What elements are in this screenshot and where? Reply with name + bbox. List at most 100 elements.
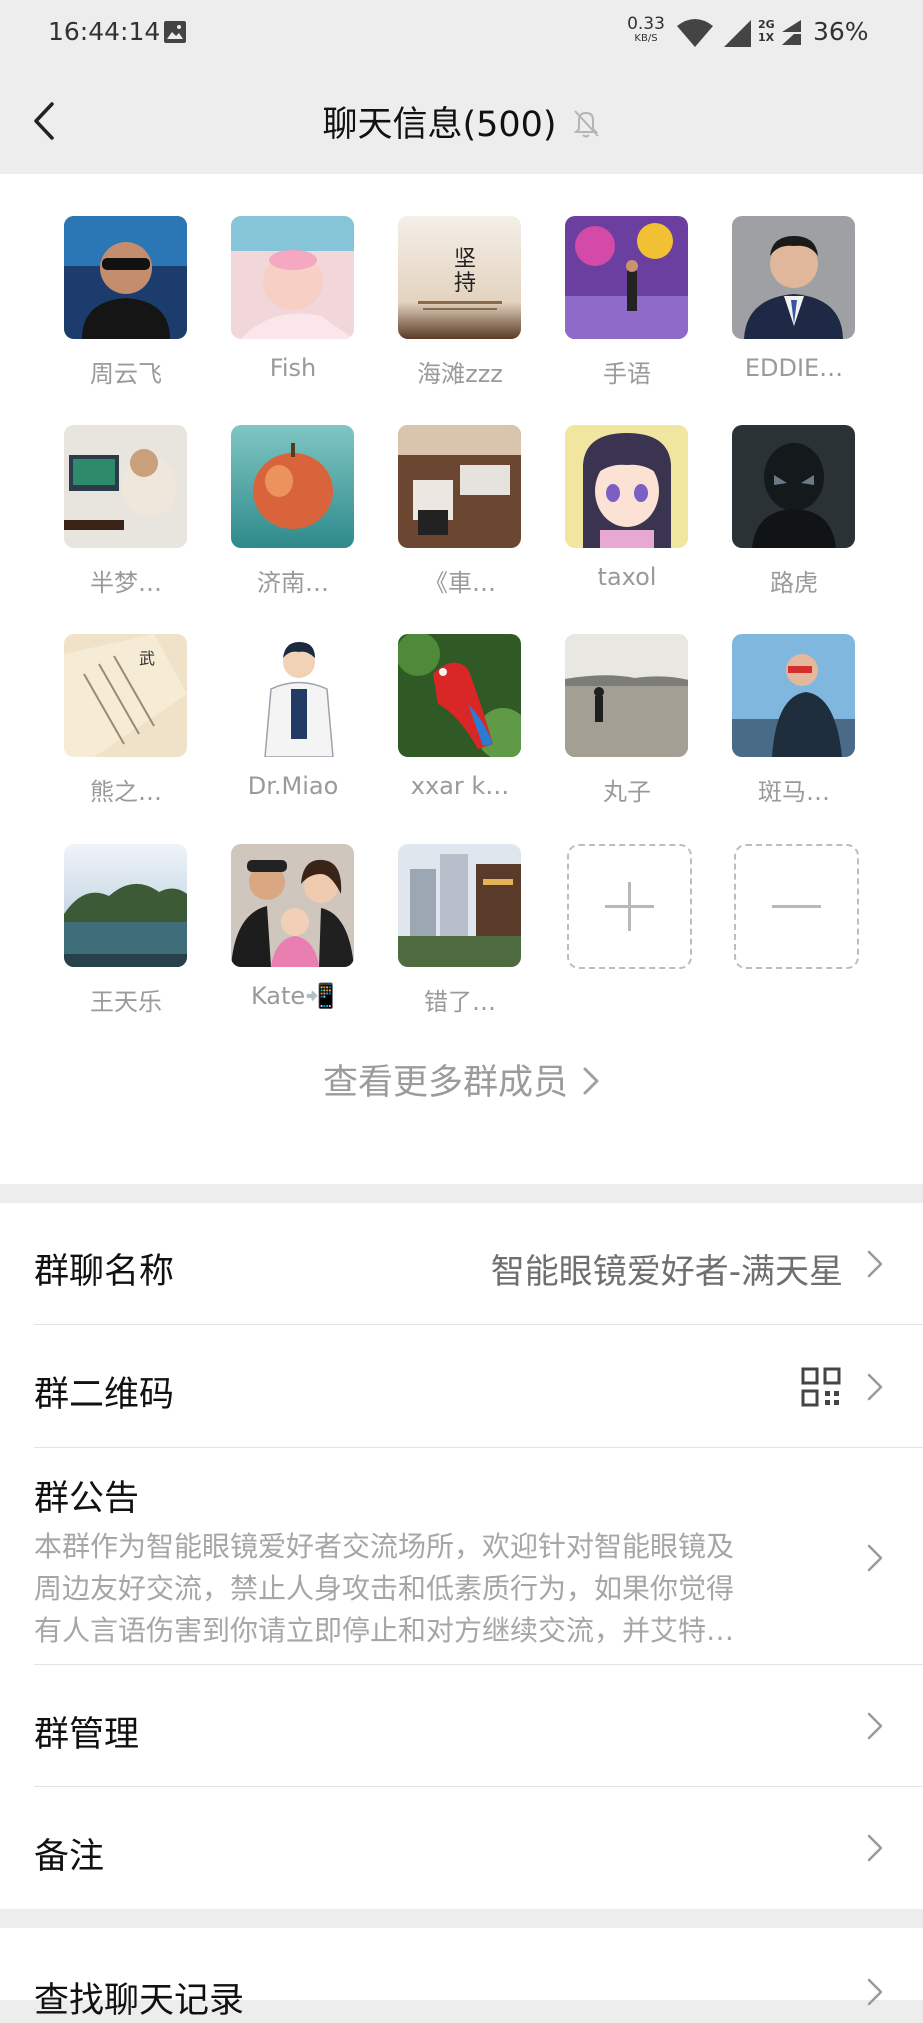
search-history-section: 查找聊天记录	[0, 1928, 923, 2021]
member-item[interactable]: EDDIE…	[710, 216, 878, 406]
group-notice-line: 本群作为智能眼镜爱好者交流场所，欢迎针对智能眼镜及	[34, 1530, 735, 1563]
svg-text:持: 持	[454, 271, 476, 296]
group-name-row[interactable]: 群聊名称 智能眼镜爱好者-满天星	[0, 1203, 923, 1325]
wifi-icon	[677, 19, 713, 47]
member-grid: 周云飞 Fish 坚 持 海滩zzz 手语 EDDIE… 半梦… 济南… 《車……	[0, 174, 923, 1184]
image-notification-icon	[164, 21, 186, 43]
member-item[interactable]: taxol	[543, 425, 711, 615]
member-item[interactable]: Dr.Miao	[209, 634, 377, 824]
member-avatar	[64, 844, 187, 967]
member-item[interactable]: 《車…	[376, 425, 544, 615]
view-more-members-link[interactable]: 查看更多群成员	[0, 1054, 923, 1105]
chevron-right-icon	[867, 1373, 883, 1401]
member-item[interactable]: Fish	[209, 216, 377, 406]
member-name: Dr.Miao	[247, 772, 339, 800]
remark-row[interactable]: 备注	[0, 1787, 923, 1909]
member-avatar	[231, 425, 354, 548]
chevron-right-icon	[867, 1250, 883, 1278]
member-name: 手语	[603, 360, 651, 388]
member-item[interactable]: 丸子	[543, 634, 711, 824]
member-name: xxar k…	[410, 772, 510, 800]
group-qr-code-label: 群二维码	[34, 1375, 175, 1415]
member-avatar	[231, 216, 354, 339]
view-more-label: 查看更多群成员	[322, 1063, 568, 1103]
member-item[interactable]: 武 熊之…	[42, 634, 210, 824]
network-speed-unit: KB/S	[634, 33, 658, 44]
cell-signal-icon	[724, 20, 751, 47]
member-item[interactable]: 路虎	[710, 425, 878, 615]
member-item[interactable]: xxar k…	[376, 634, 544, 824]
member-avatar	[565, 425, 688, 548]
member-name: 海滩zzz	[417, 360, 503, 388]
member-avatar	[64, 216, 187, 339]
member-name: 《車…	[424, 569, 496, 597]
battery-level: 36%	[813, 17, 869, 46]
page-title: 聊天信息(500)	[322, 104, 557, 145]
member-name: 半梦…	[90, 569, 162, 597]
group-manage-label: 群管理	[34, 1715, 140, 1755]
member-item[interactable]: 错了…	[376, 844, 544, 1034]
status-time: 16:44:14	[48, 17, 161, 46]
member-name: 路虎	[770, 569, 818, 597]
member-item[interactable]: 手语	[543, 216, 711, 406]
svg-text:武: 武	[139, 649, 155, 668]
network-type-bottom: 1X	[758, 31, 775, 44]
member-name: taxol	[597, 563, 657, 591]
svg-text:坚: 坚	[454, 247, 476, 272]
member-item[interactable]: 周云飞	[42, 216, 210, 406]
member-item[interactable]: Kate📲	[209, 844, 377, 1034]
member-name: 王天乐	[90, 988, 162, 1016]
chevron-right-icon	[583, 1067, 599, 1095]
member-item[interactable]: 坚 持 海滩zzz	[376, 216, 544, 406]
member-avatar	[732, 216, 855, 339]
qr-code-icon	[801, 1367, 841, 1407]
search-chat-history-label: 查找聊天记录	[34, 1981, 245, 2021]
member-avatar: 武	[64, 634, 187, 757]
member-name: 周云飞	[90, 360, 162, 388]
member-avatar	[398, 425, 521, 548]
group-name-value: 智能眼镜爱好者-满天星	[490, 1252, 843, 1292]
network-speed-value: 0.33	[627, 14, 665, 34]
member-item[interactable]: 斑马…	[710, 634, 878, 824]
member-avatar	[231, 634, 354, 757]
member-avatar: 坚 持	[398, 216, 521, 339]
group-manage-row[interactable]: 群管理	[0, 1665, 923, 1787]
status-bar: 16:44:14 0.33 KB/S 2G 1X 36%	[0, 0, 923, 68]
member-item[interactable]: 王天乐	[42, 844, 210, 1034]
member-name: 熊之…	[90, 778, 162, 806]
member-avatar	[732, 425, 855, 548]
chevron-right-icon	[867, 1544, 883, 1572]
member-name: Fish	[269, 354, 317, 382]
chevron-right-icon	[867, 1978, 883, 2006]
member-item[interactable]: 济南…	[209, 425, 377, 615]
member-avatar	[565, 634, 688, 757]
add-member-button[interactable]	[567, 844, 692, 969]
cell-signal-2-icon	[782, 20, 801, 45]
group-notice-row[interactable]: 群公告 本群作为智能眼镜爱好者交流场所，欢迎针对智能眼镜及 周边友好交流，禁止人…	[0, 1448, 923, 1665]
settings-section: 群聊名称 智能眼镜爱好者-满天星 群二维码 群公告 本群作为智能眼镜爱好者交流场…	[0, 1203, 923, 1909]
network-type: 2G 1X	[758, 18, 775, 44]
back-icon[interactable]	[22, 96, 72, 146]
member-avatar	[398, 634, 521, 757]
member-avatar	[398, 844, 521, 967]
group-notice-line: 有人言语伤害到你请立即停止和对方继续交流，并艾特…	[34, 1614, 735, 1647]
member-item[interactable]: 半梦…	[42, 425, 210, 615]
member-avatar	[64, 425, 187, 548]
member-name: 斑马…	[758, 778, 830, 806]
remove-member-button[interactable]	[734, 844, 859, 969]
group-qr-code-row[interactable]: 群二维码	[0, 1325, 923, 1448]
member-name: 济南…	[257, 569, 329, 597]
member-name: Kate📲	[250, 982, 336, 1010]
group-notice-line: 周边友好交流，禁止人身攻击和低素质行为，如果你觉得	[34, 1572, 735, 1605]
network-type-top: 2G	[758, 18, 775, 31]
member-name: EDDIE…	[744, 354, 844, 382]
group-notice-text: 本群作为智能眼镜爱好者交流场所，欢迎针对智能眼镜及 周边友好交流，禁止人身攻击和…	[34, 1526, 814, 1652]
group-name-label: 群聊名称	[34, 1252, 175, 1292]
group-notice-label: 群公告	[34, 1479, 140, 1519]
nav-bar: 聊天信息(500)	[0, 68, 923, 174]
chevron-right-icon	[867, 1834, 883, 1862]
network-speed: 0.33 KB/S	[626, 16, 666, 44]
mute-bell-icon	[573, 110, 599, 138]
search-chat-history-row[interactable]: 查找聊天记录	[0, 1928, 923, 2021]
member-avatar	[732, 634, 855, 757]
